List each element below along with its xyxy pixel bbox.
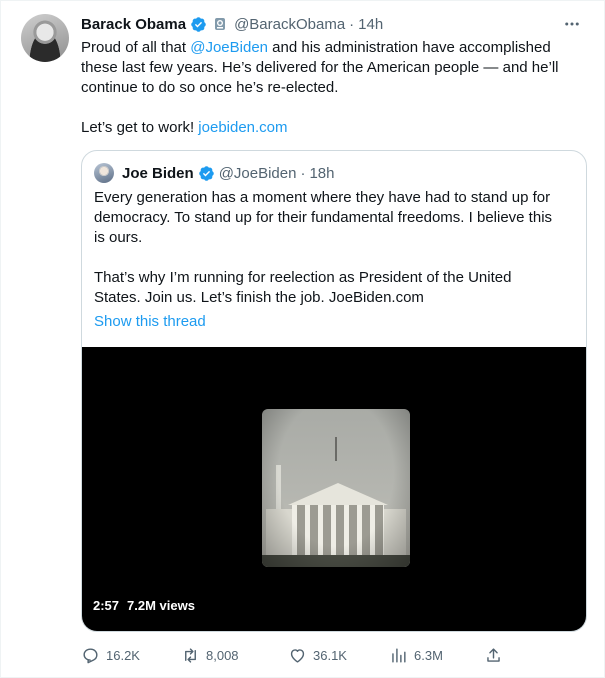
video-overlay: 2:57 7.2M views xyxy=(93,598,195,613)
quoted-text-line: States. Join us. Let’s finish the job. J… xyxy=(94,289,424,306)
quoted-tweet-text: Every generation has a moment where they… xyxy=(94,188,574,308)
government-label-icon xyxy=(215,18,226,30)
tweet-header: Barack Obama @BarackObama · 14h xyxy=(81,14,383,34)
separator-dot: · xyxy=(300,164,306,182)
text-segment: and his administration have accomplished xyxy=(268,39,551,56)
reply-button[interactable]: 16.2K xyxy=(81,643,140,667)
quoted-author-name[interactable]: Joe Biden xyxy=(122,165,194,182)
tweet-time[interactable]: 14h xyxy=(358,16,383,33)
share-icon xyxy=(487,647,500,662)
retweet-count: 8,008 xyxy=(206,647,239,663)
heart-icon xyxy=(290,648,305,663)
author-name[interactable]: Barack Obama xyxy=(81,16,186,33)
share-button[interactable] xyxy=(484,643,503,667)
separator-dot: · xyxy=(349,15,355,33)
tweet-text: Proud of all that @JoeBiden and his admi… xyxy=(81,38,586,138)
text-segment: Proud of all that xyxy=(81,39,191,56)
tweet-text-line: Let’s get to work! joebiden.com xyxy=(81,118,586,138)
retweet-icon xyxy=(185,647,196,663)
verified-badge-icon xyxy=(198,165,214,181)
avatar[interactable] xyxy=(21,14,69,62)
quoted-avatar[interactable] xyxy=(94,163,114,183)
more-dots-icon xyxy=(565,22,579,26)
quoted-tweet-header: Joe Biden @JoeBiden · 18h xyxy=(94,163,335,183)
quoted-text-line: is ours. xyxy=(94,229,143,246)
retweet-button[interactable]: 8,008 xyxy=(181,643,239,667)
mention-link[interactable]: @JoeBiden xyxy=(190,39,268,56)
video-views: 7.2M views xyxy=(127,598,195,613)
like-count: 36.1K xyxy=(313,647,347,663)
reply-count: 16.2K xyxy=(106,647,140,663)
verified-badge-icon xyxy=(191,16,206,32)
quoted-text-line: Every generation has a moment where they… xyxy=(94,189,551,206)
more-icon[interactable] xyxy=(560,14,584,34)
tweet-text-line: these last few years. He’s delivered for… xyxy=(81,59,559,76)
author-handle[interactable]: @BarackObama xyxy=(234,16,345,33)
analytics-icon xyxy=(392,647,406,663)
text-segment: Let’s get to work! xyxy=(81,119,199,136)
tweet-text-line: Proud of all that @JoeBiden and his admi… xyxy=(81,38,586,58)
vignette-shape xyxy=(262,409,410,567)
quoted-tweet-time[interactable]: 18h xyxy=(309,165,334,182)
tweet-text-line: continue to do so once he’s re-elected. xyxy=(81,79,339,96)
video-player[interactable]: 2:57 7.2M views xyxy=(82,347,586,631)
quoted-tweet[interactable]: Joe Biden @JoeBiden · 18h Every generati… xyxy=(81,150,587,632)
external-link[interactable]: joebiden.com xyxy=(198,119,287,136)
like-button[interactable]: 36.1K xyxy=(288,643,347,667)
reply-icon xyxy=(83,647,98,663)
action-bar: 16.2K 8,008 36.1K 6.3M xyxy=(81,643,511,667)
views-button[interactable]: 6.3M xyxy=(389,643,443,667)
views-count: 6.3M xyxy=(414,647,443,663)
quoted-author-handle[interactable]: @JoeBiden xyxy=(219,165,297,182)
video-thumbnail xyxy=(262,409,410,567)
tweet-card: Barack Obama @BarackObama · 14h Proud of… xyxy=(0,0,605,678)
quoted-text-line: That’s why I’m running for reelection as… xyxy=(94,269,512,286)
video-duration: 2:57 xyxy=(93,598,120,613)
show-thread-link[interactable]: Show this thread xyxy=(94,312,206,332)
quoted-text-line: democracy. To stand up for their fundame… xyxy=(94,209,553,226)
